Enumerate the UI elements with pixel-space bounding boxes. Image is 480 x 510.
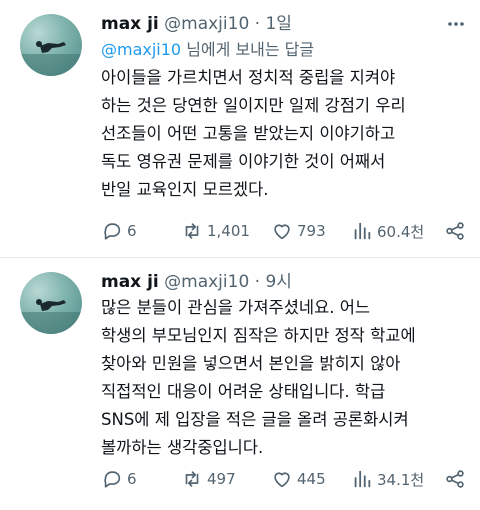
- handle-and-time[interactable]: @maxji10 · 9시: [164, 272, 292, 292]
- reply-button[interactable]: 6: [101, 220, 181, 242]
- views-bar-chart-icon: [354, 470, 371, 488]
- text-line: 학생의 부모님인지 짐작은 하지만 정작 학교에: [101, 326, 416, 345]
- text-line: 반일 교육인지 모르겠다.: [101, 180, 269, 199]
- share-icon: [446, 222, 464, 240]
- reply-count: 6: [127, 222, 137, 240]
- like-button[interactable]: 445: [271, 468, 351, 490]
- heart-icon: [274, 472, 290, 488]
- retweet-count: 1,401: [207, 222, 250, 240]
- text-line: 찾아와 민원을 넣으면서 본인을 밝히지 않아: [101, 354, 401, 373]
- tweet-1[interactable]: max ji @maxji10 · 1일 @maxji10 님에게 보내는 답글…: [0, 0, 480, 258]
- tweet-text: 아이들을 가르치면서 정치적 중립을 지켜야 하는 것은 당연한 일이지만 일제…: [101, 64, 406, 204]
- avatar-diver-image: [20, 41, 82, 76]
- retweet-icon: [185, 223, 199, 239]
- handle-and-time[interactable]: @maxji10 · 1일: [164, 14, 292, 34]
- avatar-diver-image: [20, 299, 82, 334]
- action-bar: 6 497 445 34.1천: [101, 466, 466, 492]
- retweet-button[interactable]: 497: [181, 468, 271, 490]
- reply-count: 6: [127, 470, 137, 488]
- text-line: 많은 분들이 관심을 가져주셨네요. 어느: [101, 298, 371, 317]
- reply-to-handle[interactable]: @maxji10: [101, 40, 181, 59]
- text-line: 독도 영유권 문제를 이야기한 것이 어째서: [101, 152, 386, 171]
- like-button[interactable]: 793: [271, 220, 351, 242]
- reply-to-line: @maxji10 님에게 보내는 답글: [101, 39, 314, 61]
- author-name[interactable]: max ji: [101, 14, 159, 34]
- views-bar-chart-icon: [354, 222, 371, 240]
- like-count: 445: [297, 470, 326, 488]
- text-line: 선조들이 어떤 고통을 받았는지 이야기하고: [101, 124, 396, 143]
- avatar[interactable]: [20, 272, 82, 334]
- retweet-count: 497: [207, 470, 236, 488]
- tweet-2[interactable]: max ji @maxji10 · 9시 많은 분들이 관심을 가져주셨네요. …: [0, 258, 480, 510]
- action-bar: 6 1,401 793 60.4천: [101, 218, 466, 244]
- tweet-header: max ji @maxji10 · 1일: [101, 12, 292, 36]
- author-name[interactable]: max ji: [101, 272, 159, 292]
- avatar[interactable]: [20, 14, 82, 76]
- reply-bubble-icon: [104, 223, 121, 240]
- heart-icon: [274, 224, 290, 240]
- reply-button[interactable]: 6: [101, 468, 181, 490]
- like-count: 793: [297, 222, 326, 240]
- more-dots-icon[interactable]: [446, 14, 466, 34]
- share-button[interactable]: [444, 220, 466, 242]
- text-line: SNS에 제 입장을 적은 글을 올려 공론화시켜: [101, 410, 409, 429]
- views-button[interactable]: 34.1천: [351, 468, 437, 490]
- retweet-button[interactable]: 1,401: [181, 220, 271, 242]
- views-button[interactable]: 60.4천: [351, 220, 437, 242]
- retweet-icon: [185, 471, 199, 487]
- share-button[interactable]: [444, 468, 466, 490]
- text-line: 하는 것은 당연한 일이지만 일제 강점기 우리: [101, 96, 406, 115]
- text-line: 아이들을 가르치면서 정치적 중립을 지켜야: [101, 68, 396, 87]
- reply-to-suffix: 님에게 보내는 답글: [181, 40, 315, 59]
- reply-bubble-icon: [104, 471, 121, 488]
- tweet-header: max ji @maxji10 · 9시: [101, 270, 292, 294]
- text-line: 볼까하는 생각중입니다.: [101, 438, 264, 457]
- views-count: 34.1천: [377, 470, 425, 489]
- text-line: 직접적인 대응이 어려운 상태입니다. 학급: [101, 382, 386, 401]
- tweet-text: 많은 분들이 관심을 가져주셨네요. 어느 학생의 부모님인지 짐작은 하지만 …: [101, 294, 416, 462]
- views-count: 60.4천: [377, 222, 425, 241]
- share-icon: [446, 470, 464, 488]
